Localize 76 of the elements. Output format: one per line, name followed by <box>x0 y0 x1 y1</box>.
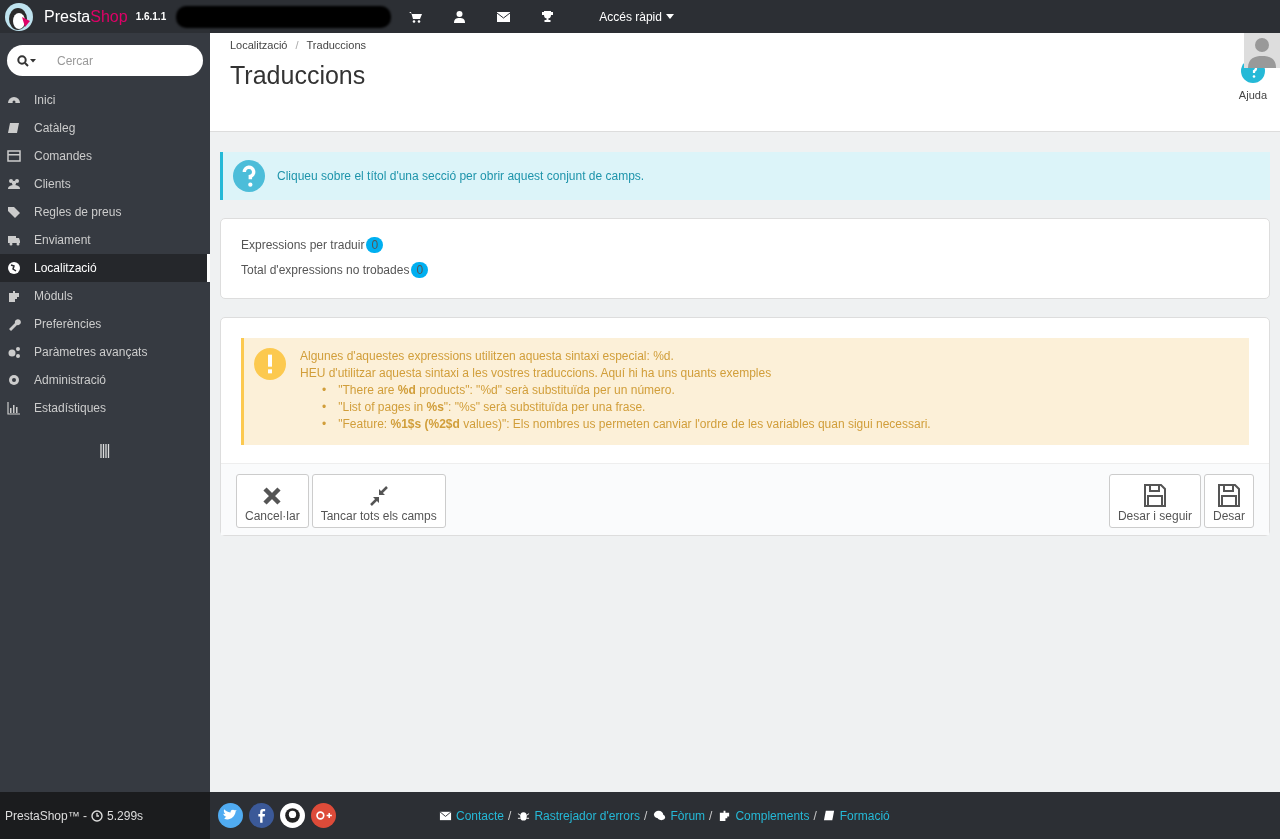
breadcrumb-item[interactable]: Traduccions <box>306 39 367 51</box>
sidebar-item[interactable]: Preferències <box>0 310 210 338</box>
link-separator: / <box>644 808 648 823</box>
book-icon <box>7 121 21 135</box>
sidebar-item[interactable]: Enviament <box>0 226 210 254</box>
facebook-icon[interactable] <box>249 803 274 828</box>
google-plus-icon[interactable] <box>311 803 336 828</box>
puzzle-icon <box>718 809 732 822</box>
breadcrumb-item[interactable]: Localització <box>230 39 288 51</box>
trophy-icon[interactable] <box>540 10 554 23</box>
breadcrumb-separator: / <box>295 39 299 51</box>
example-item: "There are %d products": "%d" serà substituïda per un número. <box>338 382 675 399</box>
clock-icon <box>91 809 104 822</box>
sidebar-item[interactable]: Localització <box>0 254 210 282</box>
sidebar-item[interactable]: Catàleg <box>0 114 210 142</box>
info-message: Cliqueu sobre el títol d'una secció per obrir aquest conjunt de camps. <box>277 169 645 183</box>
stat-label: Expressions per traduir <box>241 238 365 252</box>
sidebar-item[interactable]: Paràmetres avançats <box>0 338 210 366</box>
footer-link[interactable]: Complements <box>735 808 810 823</box>
gear-icon <box>7 373 21 387</box>
sidebar-item[interactable]: Inici <box>0 86 210 114</box>
save-button[interactable]: Desar <box>1204 474 1254 528</box>
footer-brand: PrestaShop™ - <box>5 808 88 823</box>
bar-chart-icon <box>7 401 21 415</box>
stat-label: Total d'expressions no trobades <box>241 263 410 277</box>
load-time: 5.299s <box>107 808 144 823</box>
help-label[interactable]: Ajuda <box>1238 89 1267 101</box>
brand-name: PrestaShop <box>44 7 128 26</box>
user-icon[interactable] <box>453 10 465 23</box>
sidebar-item[interactable]: Estadístiques <box>0 394 210 422</box>
quick-access-menu[interactable]: Accés ràpid <box>599 9 674 24</box>
bullet-mark: • <box>322 399 327 416</box>
footer-link[interactable]: Contacte <box>456 808 505 823</box>
link-separator: / <box>813 808 817 823</box>
sidebar-item[interactable]: Comandes <box>0 142 210 170</box>
example-item: "Feature: %1$s (%2$d values)": Els nombres us permeten canviar l'ordre de les variables quan sigui necessari. <box>338 416 931 433</box>
sidebar-item[interactable]: Regles de preus <box>0 198 210 226</box>
save-and-stay-button[interactable]: Desar i seguir <box>1108 474 1201 528</box>
chat-bubbles-icon <box>653 809 667 822</box>
bug-icon <box>517 809 531 822</box>
bullet-mark: • <box>322 382 327 399</box>
count-badge: 0 <box>411 262 429 278</box>
collapse-all-button[interactable]: Tancar tots els camps <box>311 474 446 528</box>
cart-icon[interactable] <box>408 10 422 23</box>
example-item: "List of pages in %s": "%s" serà substituïda per una frase. <box>338 399 646 416</box>
warning-text: HEU d'utilitzar aquesta sintaxi a les vostres traduccions. Aquí hi ha uns quants exemples <box>300 365 773 382</box>
page-title: Traduccions <box>230 61 366 90</box>
collapse-icon[interactable] <box>99 444 111 458</box>
cancel-button[interactable]: Cancel·lar <box>236 474 309 528</box>
sidebar-item[interactable]: Clients <box>0 170 210 198</box>
envelope-icon[interactable] <box>496 11 510 22</box>
twitter-icon[interactable] <box>218 803 243 828</box>
sidebar-item[interactable]: Mòduls <box>0 282 210 310</box>
sidebar-item[interactable]: Administració <box>0 366 210 394</box>
count-badge: 0 <box>366 237 384 253</box>
wrench-icon <box>7 317 21 331</box>
search-icon <box>17 54 37 67</box>
warning-text: Algunes d'aquestes expressions utilitzen aquesta sintaxi especial: %d. <box>300 348 675 365</box>
link-separator: / <box>709 808 713 823</box>
search-field[interactable]: Cercar <box>7 45 203 76</box>
link-separator: / <box>508 808 512 823</box>
tag-icon <box>7 205 21 219</box>
exclamation-icon <box>254 348 286 380</box>
question-icon <box>233 160 265 192</box>
footer-link[interactable]: Fòrum <box>670 808 706 823</box>
bullet-mark: • <box>322 416 327 433</box>
version-label: 1.6.1.1 <box>135 11 167 22</box>
envelope-icon <box>439 809 452 822</box>
truck-icon <box>7 233 21 247</box>
search-input[interactable]: Cercar <box>55 52 179 69</box>
credit-card-icon <box>7 149 21 163</box>
caret-icon <box>665 14 674 19</box>
puzzle-icon <box>7 289 21 303</box>
footer-link[interactable]: Formació <box>839 808 890 823</box>
footer-link[interactable]: Rastrejador d'errors <box>534 808 641 823</box>
book-icon <box>822 809 836 822</box>
